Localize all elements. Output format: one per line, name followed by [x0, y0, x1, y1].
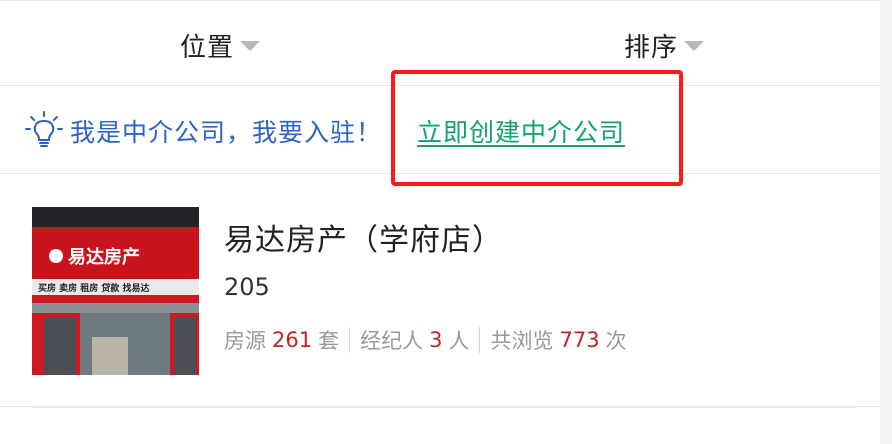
sort-filter[interactable]: 排序	[624, 25, 705, 65]
agency-join-notice: 我是中介公司，我要入驻！ 立即创建中介公司	[0, 86, 880, 174]
agency-code: 205	[224, 273, 270, 301]
storefront-image: 易达房产 买房 卖房 租房 贷款 找易达	[32, 207, 199, 375]
lightbulb-icon	[25, 111, 63, 147]
listings-unit: 套	[318, 329, 340, 353]
filter-bar: 位置 排序	[0, 0, 880, 86]
list-divider	[32, 407, 856, 408]
caret-down-icon	[240, 41, 261, 51]
caret-down-icon	[684, 41, 705, 51]
agents-unit: 人	[448, 329, 470, 353]
scroll-gutter	[880, 0, 892, 444]
create-agency-link[interactable]: 立即创建中介公司	[417, 113, 625, 149]
location-filter[interactable]: 位置	[180, 25, 261, 65]
agents-count: 3	[429, 328, 443, 352]
sign-services-text: 买房 卖房 租房 贷款 找易达	[38, 282, 150, 294]
agency-stats: 房源 261 套 经纪人 3 人 共浏览 773 次	[224, 325, 627, 355]
listings-label: 房源	[224, 329, 266, 353]
agency-card[interactable]: 易达房产 买房 卖房 租房 贷款 找易达 易达房产（学府店） 205 房源 26…	[0, 175, 880, 407]
views-count: 773	[559, 328, 600, 352]
sign-text: 易达房产	[68, 246, 140, 268]
page: 位置 排序 我是中介公司，我要入驻！ 立即创建中介公司 易达房产 买房 卖房 租…	[0, 0, 880, 444]
listings-count: 261	[272, 328, 313, 352]
agency-thumbnail: 易达房产 买房 卖房 租房 贷款 找易达	[32, 207, 199, 375]
location-filter-label: 位置	[180, 32, 235, 63]
sort-filter-label: 排序	[624, 32, 679, 63]
views-unit: 次	[605, 329, 627, 353]
views-label: 共浏览	[490, 329, 554, 353]
stats-divider	[479, 327, 481, 353]
agents-label: 经纪人	[360, 329, 424, 353]
notice-text: 我是中介公司，我要入驻！	[70, 118, 383, 147]
stats-divider	[349, 327, 351, 353]
agency-name: 易达房产（学府店）	[224, 223, 503, 258]
